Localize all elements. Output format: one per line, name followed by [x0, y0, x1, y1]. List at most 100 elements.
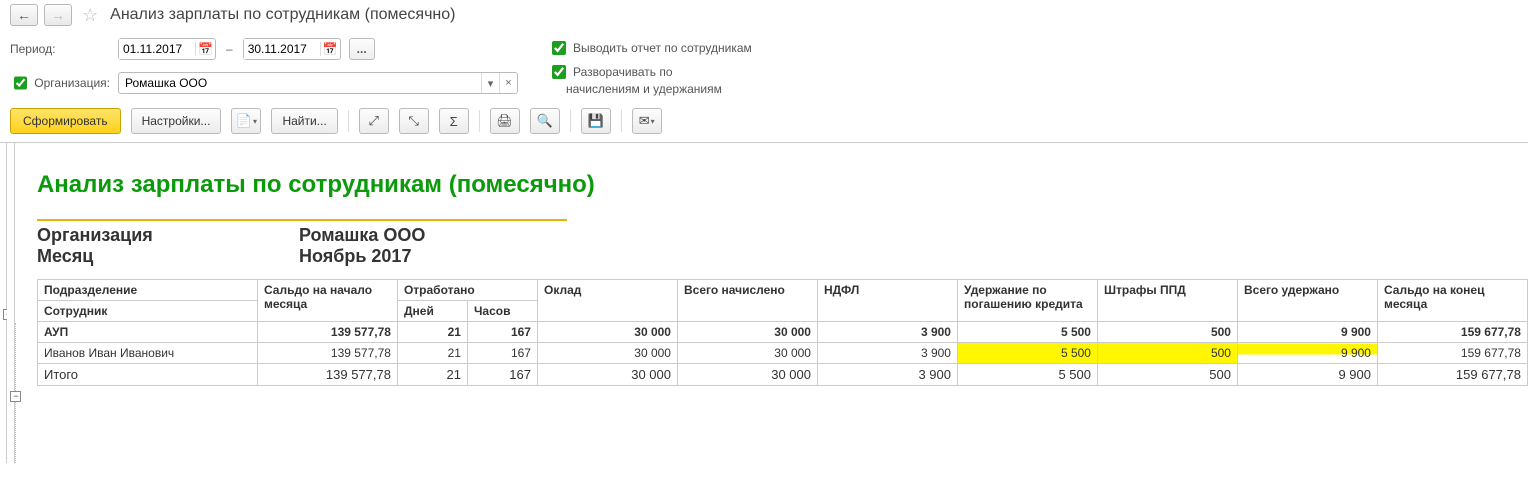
outline-gutter-2: −	[7, 143, 14, 463]
period-from-wrap: 📅	[118, 38, 216, 60]
nav-forward-button[interactable]: →	[44, 4, 72, 26]
collapse-all-icon[interactable]: ⤡	[399, 108, 429, 134]
col-employee: Сотрудник	[37, 301, 257, 322]
col-loan: Удержание по погашению кредита	[957, 280, 1097, 322]
toolbar: Сформировать Настройки... 📄▾ Найти... ⤢ …	[0, 102, 1528, 142]
cell-name: Иванов Иван Иванович	[37, 343, 257, 364]
cell-accrued: 30 000	[677, 322, 817, 343]
report-by-employees-label: Выводить отчет по сотрудникам	[573, 41, 752, 55]
outline-gutter-1: −	[0, 143, 7, 463]
cell-loan: 5 500	[957, 364, 1097, 386]
col-start-balance: Сальдо на начало месяца	[257, 280, 397, 322]
toolbar-separator	[348, 110, 349, 132]
cell-withheld: 9 900	[1237, 322, 1377, 343]
period-label: Период:	[10, 42, 110, 56]
expand-by-sublabel: начислениям и удержаниям	[566, 82, 752, 96]
meta-org-value: Ромашка ООО	[299, 225, 425, 246]
cell-start: 139 577,78	[257, 343, 397, 364]
outline-collapse-icon[interactable]: −	[10, 391, 21, 402]
period-row: Период: 📅 – 📅 ...	[10, 34, 518, 64]
cell-end: 159 677,78	[1377, 322, 1527, 343]
dropdown-icon[interactable]: ▾	[481, 73, 499, 93]
page-title: Анализ зарплаты по сотрудникам (помесячн…	[110, 6, 455, 24]
cell-ndfl: 3 900	[817, 343, 957, 364]
cell-days: 21	[397, 322, 467, 343]
col-withheld: Всего удержано	[1237, 280, 1377, 322]
nav-back-button[interactable]: ←	[10, 4, 38, 26]
cell-name: Итого	[37, 364, 257, 386]
col-fines: Штрафы ППД	[1097, 280, 1237, 322]
settings-label: Настройки...	[142, 114, 211, 128]
organization-checkbox[interactable]	[14, 76, 27, 90]
col-ndfl: НДФЛ	[817, 280, 957, 322]
toolbar-separator	[570, 110, 571, 132]
cell-name: АУП	[37, 322, 257, 343]
col-division: Подразделение	[37, 280, 257, 301]
cell-withheld: 9 900	[1237, 343, 1377, 364]
settings-button[interactable]: Настройки...	[131, 108, 222, 134]
cell-end: 159 677,78	[1377, 364, 1527, 386]
cell-ndfl: 3 900	[817, 322, 957, 343]
print-icon[interactable]: 🖨	[490, 108, 520, 134]
cell-fines: 500	[1097, 322, 1237, 343]
cell-fines: 500	[1097, 364, 1237, 386]
header-bar: ← → ☆ Анализ зарплаты по сотрудникам (по…	[0, 0, 1528, 32]
organization-label: Организация:	[34, 76, 110, 90]
filters-panel: Период: 📅 – 📅 ... Организация:	[0, 32, 1528, 102]
right-checks: Выводить отчет по сотрудникам Разворачив…	[548, 38, 752, 96]
cell-ndfl: 3 900	[817, 364, 957, 386]
cell-start: 139 577,78	[257, 364, 397, 386]
col-worked: Отработано	[397, 280, 537, 301]
report-area: − − Анализ зарплаты по сотрудникам (поме…	[0, 142, 1528, 463]
cell-accrued: 30 000	[677, 343, 817, 364]
cell-end: 159 677,78	[1377, 343, 1527, 364]
cell-loan: 5 500	[957, 322, 1097, 343]
organization-check[interactable]: Организация:	[10, 73, 110, 93]
cell-withheld: 9 900	[1237, 364, 1377, 386]
meta-month-label: Месяц	[37, 246, 299, 267]
mail-icon[interactable]: ✉▾	[632, 108, 662, 134]
expand-all-icon[interactable]: ⤢	[359, 108, 389, 134]
toolbar-separator	[479, 110, 480, 132]
favorite-star-icon[interactable]: ☆	[82, 5, 98, 26]
period-to-input[interactable]	[244, 39, 320, 59]
period-dash: –	[226, 42, 233, 56]
period-from-input[interactable]	[119, 39, 195, 59]
expand-by-check[interactable]: Разворачивать по	[548, 62, 673, 82]
form-button[interactable]: Сформировать	[10, 108, 121, 134]
cell-accrued: 30 000	[677, 364, 817, 386]
cell-fines: 500	[1097, 343, 1237, 364]
clear-icon[interactable]: ×	[499, 73, 517, 93]
table-row-dept[interactable]: АУП 139 577,78 21 167 30 000 30 000 3 90…	[37, 322, 1527, 343]
col-accrued: Всего начислено	[677, 280, 817, 322]
period-choose-button[interactable]: ...	[349, 38, 375, 60]
cell-hours: 167	[467, 322, 537, 343]
col-salary: Оклад	[537, 280, 677, 322]
report-title: Анализ зарплаты по сотрудникам (помесячн…	[15, 143, 1528, 201]
calendar-icon[interactable]: 📅	[320, 42, 340, 56]
report-sheet: Анализ зарплаты по сотрудникам (помесячн…	[15, 143, 1528, 463]
table-row-employee[interactable]: Иванов Иван Иванович 139 577,78 21 167 3…	[37, 343, 1527, 364]
variants-icon[interactable]: 📄▾	[231, 108, 261, 134]
report-meta: Организация Ромашка ООО Месяц Ноябрь 201…	[15, 221, 1528, 279]
table-row-total[interactable]: Итого 139 577,78 21 167 30 000 30 000 3 …	[37, 364, 1527, 386]
cell-hours: 167	[467, 343, 537, 364]
report-by-employees-checkbox[interactable]	[552, 41, 566, 55]
preview-icon[interactable]: 🔍	[530, 108, 560, 134]
cell-salary: 30 000	[537, 364, 677, 386]
expand-by-checkbox[interactable]	[552, 65, 566, 79]
meta-org-label: Организация	[37, 225, 299, 246]
calendar-icon[interactable]: 📅	[195, 42, 215, 56]
organization-input[interactable]	[119, 76, 481, 90]
find-button[interactable]: Найти...	[271, 108, 337, 134]
save-icon[interactable]: 💾	[581, 108, 611, 134]
find-label: Найти...	[282, 114, 326, 128]
sum-icon[interactable]: Σ	[439, 108, 469, 134]
report-table: Подразделение Сальдо на начало месяца От…	[37, 279, 1528, 386]
col-hours: Часов	[467, 301, 537, 322]
toolbar-separator	[621, 110, 622, 132]
report-by-employees-check[interactable]: Выводить отчет по сотрудникам	[548, 38, 752, 58]
organization-row: Организация: ▾ ×	[10, 68, 518, 98]
period-to-wrap: 📅	[243, 38, 341, 60]
cell-start: 139 577,78	[257, 322, 397, 343]
